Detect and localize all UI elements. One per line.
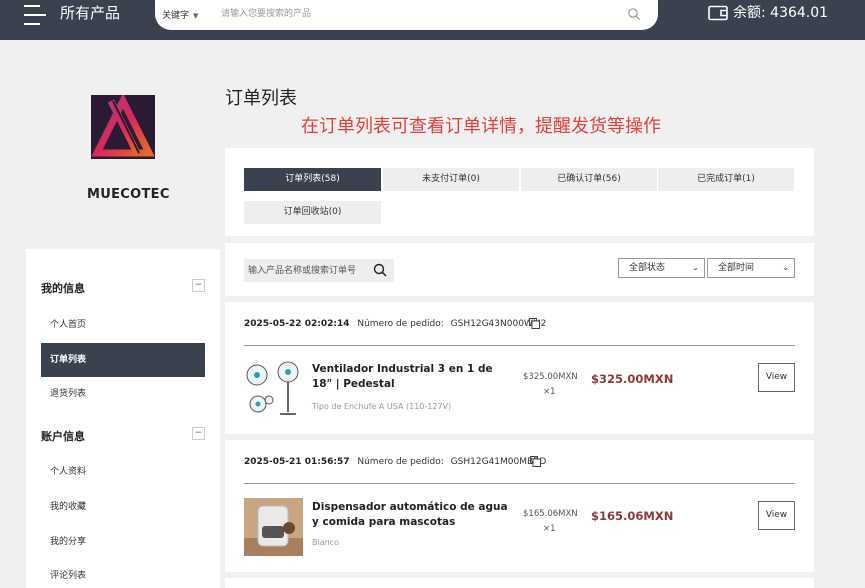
sidebar-item-home[interactable]: 个人首页 xyxy=(41,308,205,342)
top-navigation-bar: 所有产品 关键字▼ 余额: 4364.01 xyxy=(0,0,865,40)
view-order-button[interactable]: View xyxy=(758,501,795,530)
product-variant: Blanco xyxy=(312,538,339,547)
status-filter-select[interactable]: 全部状态 ⌄ xyxy=(618,258,705,278)
page-title: 订单列表 xyxy=(225,88,297,109)
time-filter-select[interactable]: 全部时间 ⌄ xyxy=(707,258,795,278)
search-type-label: 关键字 xyxy=(162,11,190,21)
tab-unpaid-orders[interactable]: 未支付订单(0) xyxy=(383,168,519,191)
product-image-fan[interactable] xyxy=(244,360,303,418)
divider xyxy=(244,345,795,346)
order-card xyxy=(225,578,814,588)
order-card: 2025-05-21 01:56:57 Número de pedido: GS… xyxy=(225,440,814,572)
sidebar-item-orders[interactable]: 订单列表 xyxy=(41,343,205,377)
status-filter-value: 全部状态 xyxy=(629,263,666,273)
quantity: ×1 xyxy=(543,524,556,534)
order-header: 2025-05-22 02:02:14 Número de pedido: GS… xyxy=(244,319,546,329)
quantity: ×1 xyxy=(543,387,556,397)
sidebar-item-reviews[interactable]: 评论列表 xyxy=(41,559,205,588)
sidebar-item-returns[interactable]: 退货列表 xyxy=(41,377,205,411)
all-products-link[interactable]: 所有产品 xyxy=(60,3,120,23)
brand-logo xyxy=(91,95,155,159)
order-header: 2025-05-21 01:56:57 Número de pedido: GS… xyxy=(244,457,546,467)
tab-completed-orders[interactable]: 已完成订单(1) xyxy=(658,168,794,191)
search-type-select[interactable]: 关键字 ▼ xyxy=(162,8,198,21)
time-filter-value: 全部时间 xyxy=(718,263,755,273)
order-tabs-card: 订单列表(58) 未支付订单(0) 已确认订单(56) 已完成订单(1) 订单回… xyxy=(225,148,814,236)
order-search-input[interactable] xyxy=(248,263,368,278)
sidebar-item-favorites[interactable]: 我的收藏 xyxy=(41,490,205,524)
product-name[interactable]: Dispensador automático de agua y comida … xyxy=(312,500,512,530)
chevron-down-icon: ⌄ xyxy=(692,263,699,272)
sidebar-section-my-info: 我的信息 xyxy=(41,282,85,295)
order-datetime: 2025-05-21 01:56:57 xyxy=(244,457,350,467)
collapse-account-button[interactable]: − xyxy=(192,427,205,440)
search-icon[interactable] xyxy=(627,7,641,21)
menu-icon[interactable] xyxy=(24,5,48,25)
unit-price: $325.00MXN xyxy=(523,372,578,382)
order-search-box xyxy=(244,259,394,282)
tab-all-orders[interactable]: 订单列表(58) xyxy=(244,168,381,191)
sidebar-section-account: 账户信息 xyxy=(41,430,85,443)
order-filter-card: 全部状态 ⌄ 全部时间 ⌄ xyxy=(225,243,814,296)
order-number-label: Número de pedido: xyxy=(357,457,444,467)
promo-annotation: 在订单列表可查看订单详情，提醒发货等操作 xyxy=(301,116,661,137)
order-datetime: 2025-05-22 02:02:14 xyxy=(244,319,350,329)
product-variant: Tipo de Enchufe A USA (110-127V) xyxy=(312,402,452,411)
copy-icon[interactable] xyxy=(530,456,541,467)
sidebar-item-profile[interactable]: 个人资料 xyxy=(41,455,205,489)
wallet-icon xyxy=(708,5,728,21)
chevron-down-icon: ⌄ xyxy=(782,263,789,272)
search-bar: 关键字 ▼ xyxy=(155,0,658,30)
product-name[interactable]: Ventilador Industrial 3 en 1 de 18" | Pe… xyxy=(312,362,512,392)
product-image-pet-dispenser[interactable] xyxy=(244,498,303,556)
tab-order-recycle-bin[interactable]: 订单回收站(0) xyxy=(244,201,381,224)
search-icon[interactable] xyxy=(373,263,387,277)
caret-down-icon: ▼ xyxy=(193,12,199,20)
account-balance: 余额: 4364.01 xyxy=(733,5,829,21)
brand-name: MUECOTEC xyxy=(87,187,170,202)
view-order-button[interactable]: View xyxy=(758,363,795,392)
copy-icon[interactable] xyxy=(529,318,540,329)
sidebar: 我的信息 − 个人首页 订单列表 退货列表 账户信息 − 个人资料 我的收藏 我… xyxy=(26,249,220,588)
order-number-label: Número de pedido: xyxy=(357,319,444,329)
order-card: 2025-05-22 02:02:14 Número de pedido: GS… xyxy=(225,302,814,434)
tab-confirmed-orders[interactable]: 已确认订单(56) xyxy=(521,168,657,191)
sidebar-item-shares[interactable]: 我的分享 xyxy=(41,525,205,559)
collapse-my-info-button[interactable]: − xyxy=(192,279,205,292)
search-input[interactable] xyxy=(221,6,611,22)
order-total: $165.06MXN xyxy=(591,509,674,523)
order-total: $325.00MXN xyxy=(591,372,674,386)
unit-price: $165.06MXN xyxy=(523,509,578,519)
divider xyxy=(244,483,795,484)
